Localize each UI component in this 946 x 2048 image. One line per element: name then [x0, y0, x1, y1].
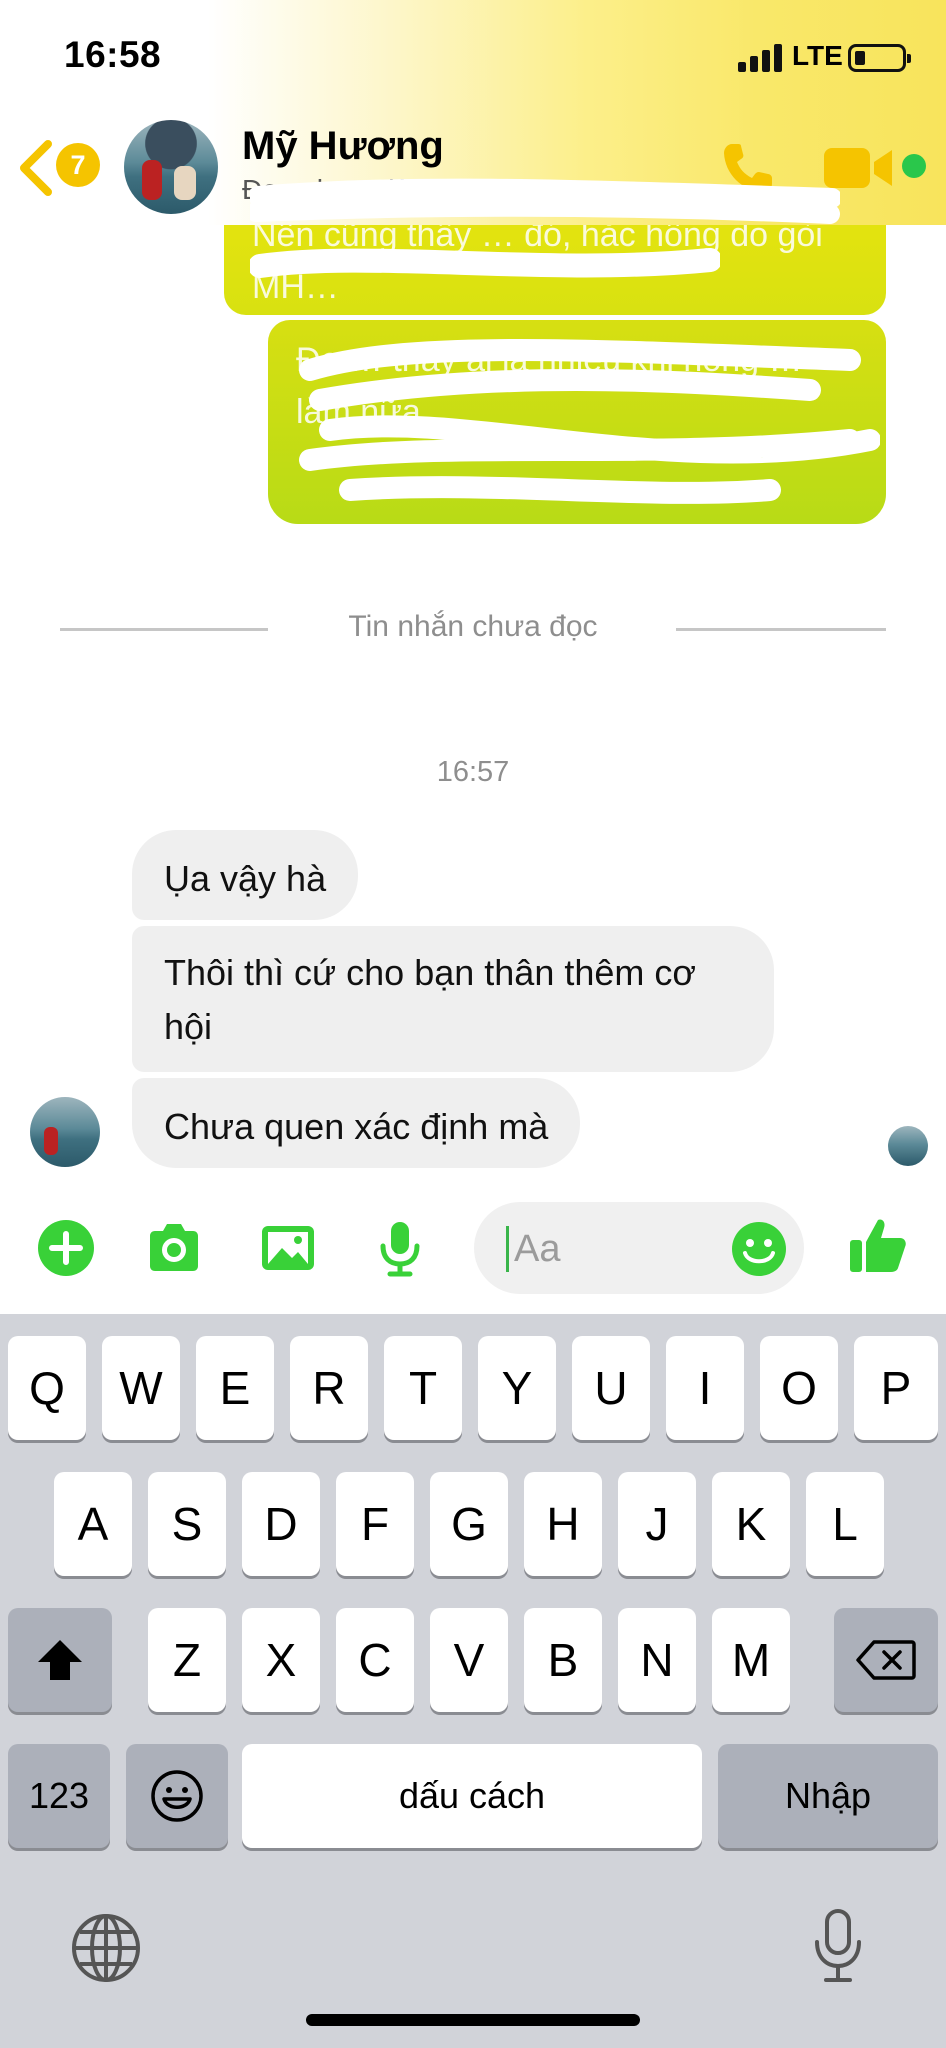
key-q[interactable]: Q — [8, 1336, 86, 1440]
key-m[interactable]: M — [712, 1608, 790, 1712]
message-input-placeholder: Aa — [514, 1228, 561, 1270]
status-time: 16:58 — [64, 34, 162, 75]
key-v[interactable]: V — [430, 1608, 508, 1712]
shift-icon — [38, 1640, 82, 1680]
image-icon[interactable] — [258, 1218, 318, 1278]
key-b[interactable]: B — [524, 1608, 602, 1712]
shift-key[interactable] — [8, 1608, 112, 1712]
key-h[interactable]: H — [524, 1472, 602, 1576]
key-k[interactable]: K — [712, 1472, 790, 1576]
text-caret — [506, 1226, 509, 1272]
dictation-microphone-icon[interactable] — [810, 1908, 866, 1984]
unread-count-badge[interactable]: 7 — [56, 143, 100, 187]
back-chevron-icon[interactable] — [16, 138, 56, 198]
emoji-keyboard-key[interactable] — [126, 1744, 228, 1848]
online-status-dot — [902, 154, 926, 178]
unread-divider-label: Tin nhắn chưa đọc — [348, 610, 598, 643]
message-text: Thôi thì cứ cho bạn thân thêm cơ hội — [164, 952, 696, 1047]
key-z[interactable]: Z — [148, 1608, 226, 1712]
key-p[interactable]: P — [854, 1336, 938, 1440]
message-text: Chưa quen xác định mà — [164, 1106, 549, 1147]
key-g[interactable]: G — [430, 1472, 508, 1576]
key-f[interactable]: F — [336, 1472, 414, 1576]
divider-line — [676, 628, 886, 631]
key-o[interactable]: O — [760, 1336, 838, 1440]
backspace-icon — [856, 1640, 916, 1680]
received-message[interactable]: Ụa vậy hà — [132, 830, 359, 920]
seen-receipt-avatar — [888, 1126, 928, 1166]
emoji-keyboard-icon — [151, 1770, 203, 1822]
key-e[interactable]: E — [196, 1336, 274, 1440]
globe-icon[interactable] — [70, 1912, 142, 1984]
key-w[interactable]: W — [102, 1336, 180, 1440]
camera-icon[interactable] — [144, 1218, 204, 1278]
received-message[interactable]: Thôi thì cứ cho bạn thân thêm cơ hội — [132, 926, 774, 1072]
key-t[interactable]: T — [384, 1336, 462, 1440]
signal-icon — [738, 42, 784, 72]
key-i[interactable]: I — [666, 1336, 744, 1440]
key-c[interactable]: C — [336, 1608, 414, 1712]
numbers-key[interactable]: 123 — [8, 1744, 110, 1848]
redaction-scribble — [299, 339, 880, 504]
return-key[interactable]: Nhập — [718, 1744, 938, 1848]
contact-avatar[interactable] — [124, 120, 218, 214]
redaction-scribble — [250, 178, 840, 224]
like-icon[interactable] — [848, 1214, 908, 1276]
redaction-scribble — [250, 248, 720, 278]
key-x[interactable]: X — [242, 1608, 320, 1712]
key-n[interactable]: N — [618, 1608, 696, 1712]
message-text: Ụa vậy hà — [164, 858, 327, 899]
key-y[interactable]: Y — [478, 1336, 556, 1440]
key-j[interactable]: J — [618, 1472, 696, 1576]
key-d[interactable]: D — [242, 1472, 320, 1576]
home-indicator[interactable] — [306, 2014, 640, 2026]
plus-icon[interactable] — [36, 1218, 96, 1278]
contact-name[interactable]: Mỹ Hương — [242, 124, 444, 169]
network-label: LTE — [792, 40, 843, 71]
space-key[interactable]: dấu cách — [242, 1744, 702, 1848]
battery-icon — [848, 44, 911, 72]
key-a[interactable]: A — [54, 1472, 132, 1576]
microphone-icon[interactable] — [370, 1218, 430, 1278]
received-message[interactable]: Chưa quen xác định mà — [132, 1078, 581, 1168]
key-l[interactable]: L — [806, 1472, 884, 1576]
emoji-icon[interactable] — [730, 1220, 788, 1278]
key-u[interactable]: U — [572, 1336, 650, 1440]
sender-avatar[interactable] — [30, 1097, 100, 1167]
key-s[interactable]: S — [148, 1472, 226, 1576]
backspace-key[interactable] — [834, 1608, 938, 1712]
message-timestamp: 16:57 — [436, 756, 510, 788]
key-r[interactable]: R — [290, 1336, 368, 1440]
